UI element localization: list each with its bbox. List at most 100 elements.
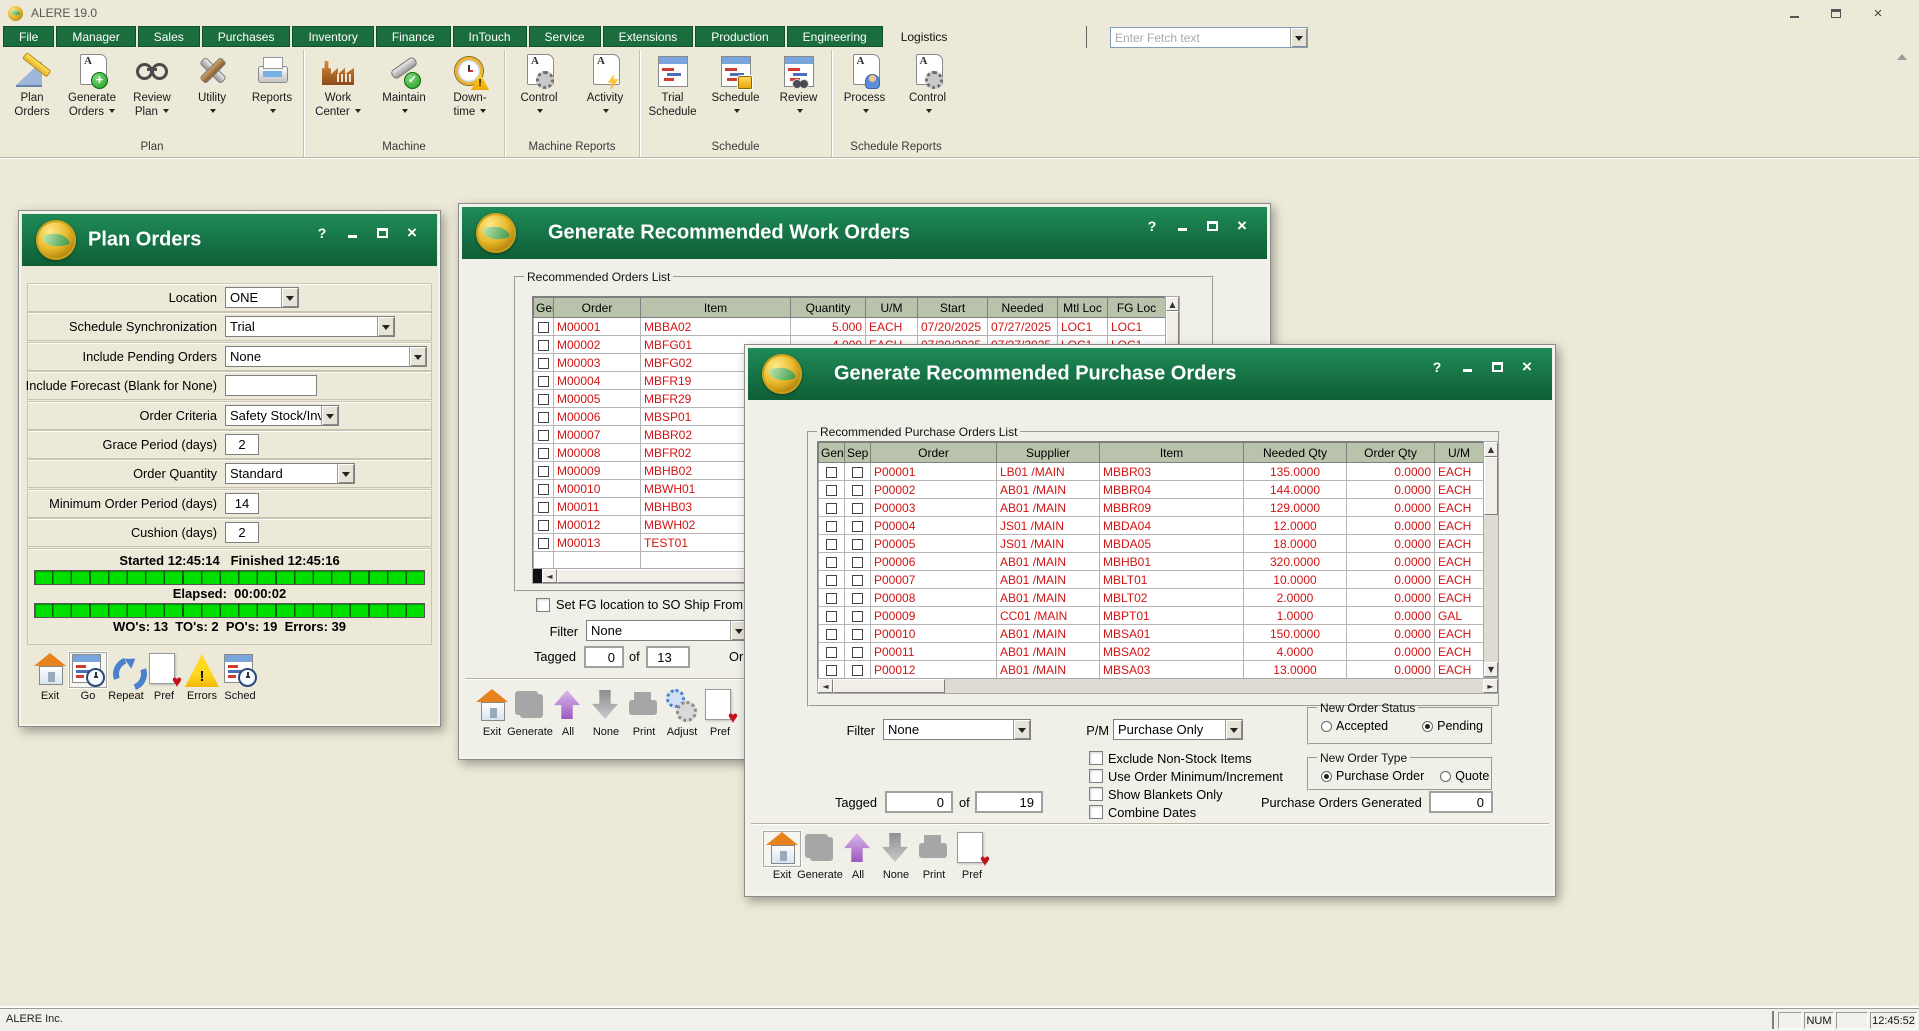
- help-button[interactable]: ?: [315, 225, 329, 241]
- gen-checkbox[interactable]: [826, 503, 837, 514]
- generate-button[interactable]: Generate: [511, 689, 549, 738]
- include-pending-orders-select[interactable]: None: [225, 346, 427, 367]
- fetch-input[interactable]: [1111, 31, 1290, 45]
- pref-button[interactable]: Pref: [145, 653, 183, 702]
- radio-quote[interactable]: Quote: [1440, 769, 1489, 783]
- scroll-right-button[interactable]: ►: [1483, 679, 1498, 693]
- column-header-supplier[interactable]: Supplier: [997, 443, 1100, 463]
- sep-checkbox[interactable]: [852, 611, 863, 622]
- column-header-item[interactable]: Item: [641, 298, 791, 318]
- purchase-orders-titlebar[interactable]: Generate Recommended Purchase Orders ? ×: [748, 348, 1552, 400]
- filter-select[interactable]: None: [883, 719, 1031, 740]
- gen-checkbox[interactable]: [826, 611, 837, 622]
- maximize-button[interactable]: [1205, 218, 1219, 234]
- ribbon-button-utility[interactable]: Utility: [182, 50, 242, 120]
- exit-button[interactable]: Exit: [473, 689, 511, 738]
- pm-select[interactable]: Purchase Only: [1113, 719, 1243, 740]
- dropdown-button[interactable]: [1225, 720, 1242, 739]
- gen-checkbox[interactable]: [538, 430, 549, 441]
- gen-checkbox[interactable]: [826, 485, 837, 496]
- column-header-needed-qty[interactable]: Needed Qty: [1244, 443, 1347, 463]
- generate-button[interactable]: Generate: [801, 832, 839, 881]
- scroll-up-button[interactable]: ▲: [1166, 297, 1179, 311]
- go-button[interactable]: Go: [69, 653, 107, 702]
- minimize-button[interactable]: [345, 225, 359, 241]
- dropdown-button[interactable]: [409, 347, 426, 366]
- exit-button[interactable]: Exit: [31, 653, 69, 702]
- dropdown-button[interactable]: [1013, 720, 1030, 739]
- sep-checkbox[interactable]: [852, 485, 863, 496]
- all-button[interactable]: All: [549, 689, 587, 738]
- table-row[interactable]: P00012AB01 /MAINMBSA0313.00000.0000EACH: [819, 661, 1484, 679]
- tab-file[interactable]: File: [3, 26, 54, 47]
- gen-checkbox[interactable]: [826, 539, 837, 550]
- table-row[interactable]: P00006AB01 /MAINMBHB01320.00000.0000EACH: [819, 553, 1484, 571]
- sep-checkbox[interactable]: [852, 539, 863, 550]
- close-button[interactable]: ×: [1235, 218, 1249, 234]
- scroll-up-button[interactable]: ▲: [1484, 442, 1498, 457]
- fetch-dropdown-button[interactable]: [1290, 28, 1307, 47]
- scroll-down-button[interactable]: ▼: [1484, 662, 1498, 677]
- gen-checkbox[interactable]: [538, 448, 549, 459]
- gen-checkbox[interactable]: [826, 647, 837, 658]
- column-header-mtl-loc[interactable]: Mtl Loc: [1058, 298, 1108, 318]
- gen-checkbox[interactable]: [538, 466, 549, 477]
- plan-orders-titlebar[interactable]: Plan Orders ? ×: [22, 214, 437, 266]
- location-select[interactable]: ONE: [225, 287, 299, 308]
- filter-select[interactable]: None: [586, 620, 748, 641]
- column-header-sep[interactable]: Sep: [845, 443, 871, 463]
- scroll-thumb[interactable]: [1484, 457, 1498, 515]
- column-header-order[interactable]: Order: [871, 443, 997, 463]
- table-row[interactable]: P00009CC01 /MAINMBPT011.00000.0000GAL: [819, 607, 1484, 625]
- radio-purchase-order[interactable]: Purchase Order: [1321, 769, 1424, 783]
- column-header-order[interactable]: Order: [554, 298, 641, 318]
- gen-checkbox[interactable]: [826, 557, 837, 568]
- tab-extensions[interactable]: Extensions: [603, 26, 694, 47]
- table-row[interactable]: M00001MBBA025.000EACH07/20/202507/27/202…: [534, 318, 1166, 336]
- table-row[interactable]: P00010AB01 /MAINMBSA01150.00000.0000EACH: [819, 625, 1484, 643]
- sep-checkbox[interactable]: [852, 665, 863, 676]
- collapse-ribbon-icon[interactable]: [1897, 54, 1907, 60]
- checkbox[interactable]: [1089, 787, 1103, 801]
- tab-logistics[interactable]: Logistics: [885, 26, 964, 47]
- print-button[interactable]: Print: [915, 832, 953, 881]
- ribbon-button-reports[interactable]: Reports: [242, 50, 302, 120]
- ribbon-button-maintain[interactable]: Maintain: [371, 50, 437, 120]
- repeat-button[interactable]: Repeat: [107, 653, 145, 702]
- checkbox[interactable]: [1089, 805, 1103, 819]
- gen-checkbox[interactable]: [538, 322, 549, 333]
- print-button[interactable]: Print: [625, 689, 663, 738]
- tab-purchases[interactable]: Purchases: [202, 26, 291, 47]
- minimize-button[interactable]: [1460, 359, 1474, 375]
- fg-location-option[interactable]: Set FG location to SO Ship From lo: [536, 597, 757, 612]
- tab-manager[interactable]: Manager: [56, 26, 135, 47]
- maximize-button[interactable]: [375, 225, 389, 241]
- gen-checkbox[interactable]: [538, 412, 549, 423]
- fetch-combobox[interactable]: [1110, 27, 1308, 48]
- gen-checkbox[interactable]: [538, 538, 549, 549]
- ribbon-button-generate-orders[interactable]: GenerateOrders: [62, 50, 122, 120]
- tab-finance[interactable]: Finance: [376, 26, 451, 47]
- maximize-button[interactable]: [1490, 359, 1504, 375]
- help-button[interactable]: ?: [1430, 359, 1444, 375]
- column-header-u-m[interactable]: U/M: [866, 298, 918, 318]
- gen-checkbox[interactable]: [538, 394, 549, 405]
- scroll-left-button[interactable]: ◄: [542, 569, 557, 583]
- adjust-button[interactable]: Adjust: [663, 689, 701, 738]
- column-header-gen[interactable]: Gen: [534, 298, 554, 318]
- sep-checkbox[interactable]: [852, 521, 863, 532]
- exit-button[interactable]: Exit: [763, 832, 801, 881]
- tab-service[interactable]: Service: [529, 26, 601, 47]
- table-row[interactable]: P00011AB01 /MAINMBSA024.00000.0000EACH: [819, 643, 1484, 661]
- column-header-quantity[interactable]: Quantity: [791, 298, 866, 318]
- table-row[interactable]: P00004JS01 /MAINMBDA0412.00000.0000EACH: [819, 517, 1484, 535]
- checkbox-option-show-blankets-only[interactable]: Show Blankets Only: [1089, 785, 1283, 803]
- sep-checkbox[interactable]: [852, 467, 863, 478]
- errors-button[interactable]: Errors: [183, 653, 221, 702]
- table-row[interactable]: P00007AB01 /MAINMBLT0110.00000.0000EACH: [819, 571, 1484, 589]
- scroll-thumb[interactable]: [833, 679, 945, 693]
- column-header-needed[interactable]: Needed: [988, 298, 1058, 318]
- ribbon-button-down-time[interactable]: Down-time: [437, 50, 503, 120]
- sep-checkbox[interactable]: [852, 557, 863, 568]
- minimize-button[interactable]: [1175, 218, 1189, 234]
